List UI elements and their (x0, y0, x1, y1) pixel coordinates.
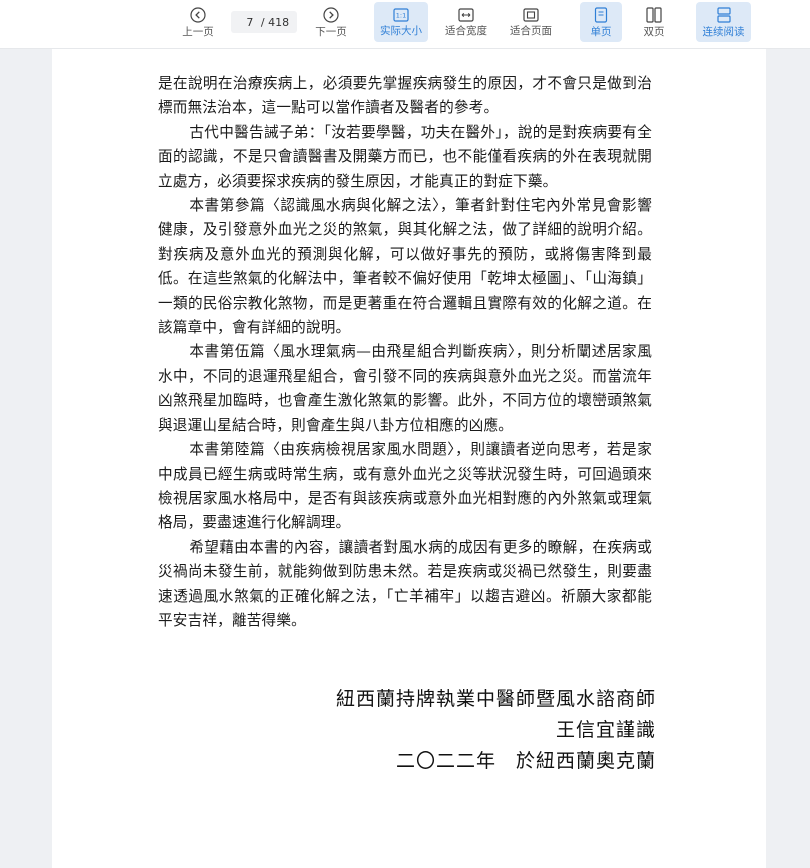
signature-title: 紐西蘭持牌執業中醫師暨風水諮商師 (335, 688, 656, 710)
fit-width-button[interactable]: 适合宽度 (440, 2, 492, 42)
paragraph: 古代中醫告誡子弟：「汝若要學醫，功夫在醫外」，說的是對疾病要有全面的認識，不是只… (158, 123, 652, 190)
paragraph: 本書第陸篇〈由疾病檢視居家風水問題〉，則讓讀者逆向思考，若是家中成員已經生病或時… (158, 441, 652, 532)
fit-page-icon (523, 7, 539, 22)
prev-page-label: 上一页 (182, 25, 214, 38)
total-pages: / 418 (260, 15, 290, 29)
continuous-reading-label: 连续阅读 (702, 25, 745, 38)
paragraph: 本書第伍篇〈風水理氣病—由飛星組合判斷疾病〉，則分析闡述居家風水中，不同的退運飛… (158, 343, 652, 434)
double-page-label: 双页 (643, 25, 665, 38)
paragraph: 希望藉由本書的內容，讓讀者對風水病的成因有更多的瞭解，在疾病或災禍尚未發生前，就… (158, 538, 652, 629)
actual-size-icon: 1:1 (393, 7, 409, 22)
fit-page-label: 适合页面 (510, 24, 552, 37)
actual-size-label: 实际大小 (380, 24, 422, 37)
prev-page-button[interactable]: 上一页 (176, 2, 220, 42)
page-number-box[interactable]: 7 / 418 (231, 11, 297, 33)
document-page: 是在說明在治療疾病上，必須要先掌握疾病發生的原因，才不會只是做到治標而無法治本，… (52, 48, 766, 868)
chevron-right-circle-icon (323, 6, 339, 23)
paragraph: 是在說明在治療疾病上，必須要先掌握疾病發生的原因，才不會只是做到治標而無法治本，… (158, 75, 652, 117)
signature-name: 王信宜謹識 (555, 719, 656, 741)
continuous-reading-icon (716, 6, 731, 23)
fit-page-button[interactable]: 适合页面 (505, 2, 557, 42)
page-text: 是在說明在治療疾病上，必須要先掌握疾病發生的原因，才不會只是做到治標而無法治本，… (158, 72, 652, 633)
chevron-left-circle-icon (190, 6, 206, 23)
signature-date: 二〇二二年 於紐西蘭奧克蘭 (395, 750, 656, 772)
svg-text:1:1: 1:1 (396, 11, 406, 19)
fit-width-icon (458, 7, 474, 22)
fit-width-label: 适合宽度 (445, 24, 487, 37)
single-page-label: 单页 (590, 25, 612, 38)
reader-toolbar: 上一页 7 / 418 下一页 1:1 实际大小 适合宽度 适合页面 单页 双页… (0, 0, 810, 49)
paragraph: 本書第參篇〈認識風水病與化解之法〉，筆者針對住宅內外常見會影響健康，及引發意外血… (158, 197, 652, 337)
continuous-reading-button[interactable]: 连续阅读 (696, 2, 751, 42)
current-page-input[interactable]: 7 (239, 16, 261, 29)
next-page-button[interactable]: 下一页 (309, 2, 353, 42)
single-page-button[interactable]: 单页 (580, 2, 622, 42)
double-page-icon (646, 6, 662, 23)
actual-size-button[interactable]: 1:1 实际大小 (374, 2, 428, 42)
double-page-button[interactable]: 双页 (633, 2, 675, 42)
single-page-icon (594, 6, 608, 23)
next-page-label: 下一页 (315, 25, 347, 38)
